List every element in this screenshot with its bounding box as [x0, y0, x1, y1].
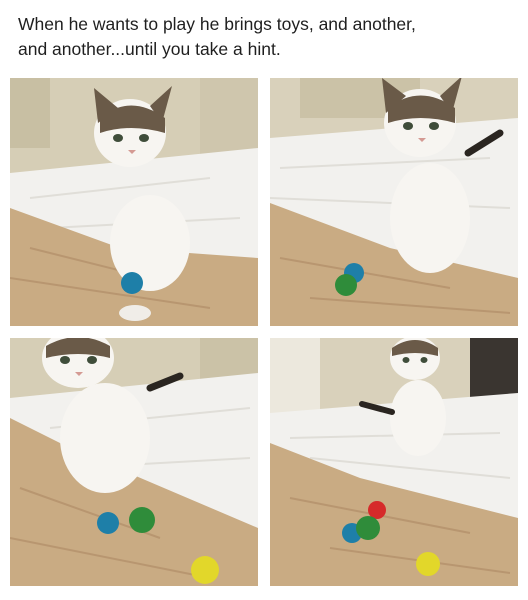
toy-ball-yellow	[416, 552, 440, 576]
toy-ball-blue	[121, 272, 143, 294]
toy-ball-yellow	[191, 556, 219, 584]
toy-ball-red	[368, 501, 386, 519]
photo-4-cat-four-toys	[270, 338, 518, 586]
caption-line-2: and another...until you take a hint.	[18, 39, 281, 59]
toy-ball-green	[335, 274, 357, 296]
caption-line-1: When he wants to play he brings toys, an…	[18, 14, 416, 34]
photo-3-cat-three-toys	[10, 338, 258, 586]
meme-caption: When he wants to play he brings toys, an…	[18, 12, 510, 62]
toy-ball-green	[129, 507, 155, 533]
toy-ball-blue	[97, 512, 119, 534]
photo-grid	[10, 78, 520, 590]
toy-ball-green	[356, 516, 380, 540]
photo-1-cat-one-toy	[10, 78, 258, 326]
photo-2-cat-two-toys	[270, 78, 518, 326]
